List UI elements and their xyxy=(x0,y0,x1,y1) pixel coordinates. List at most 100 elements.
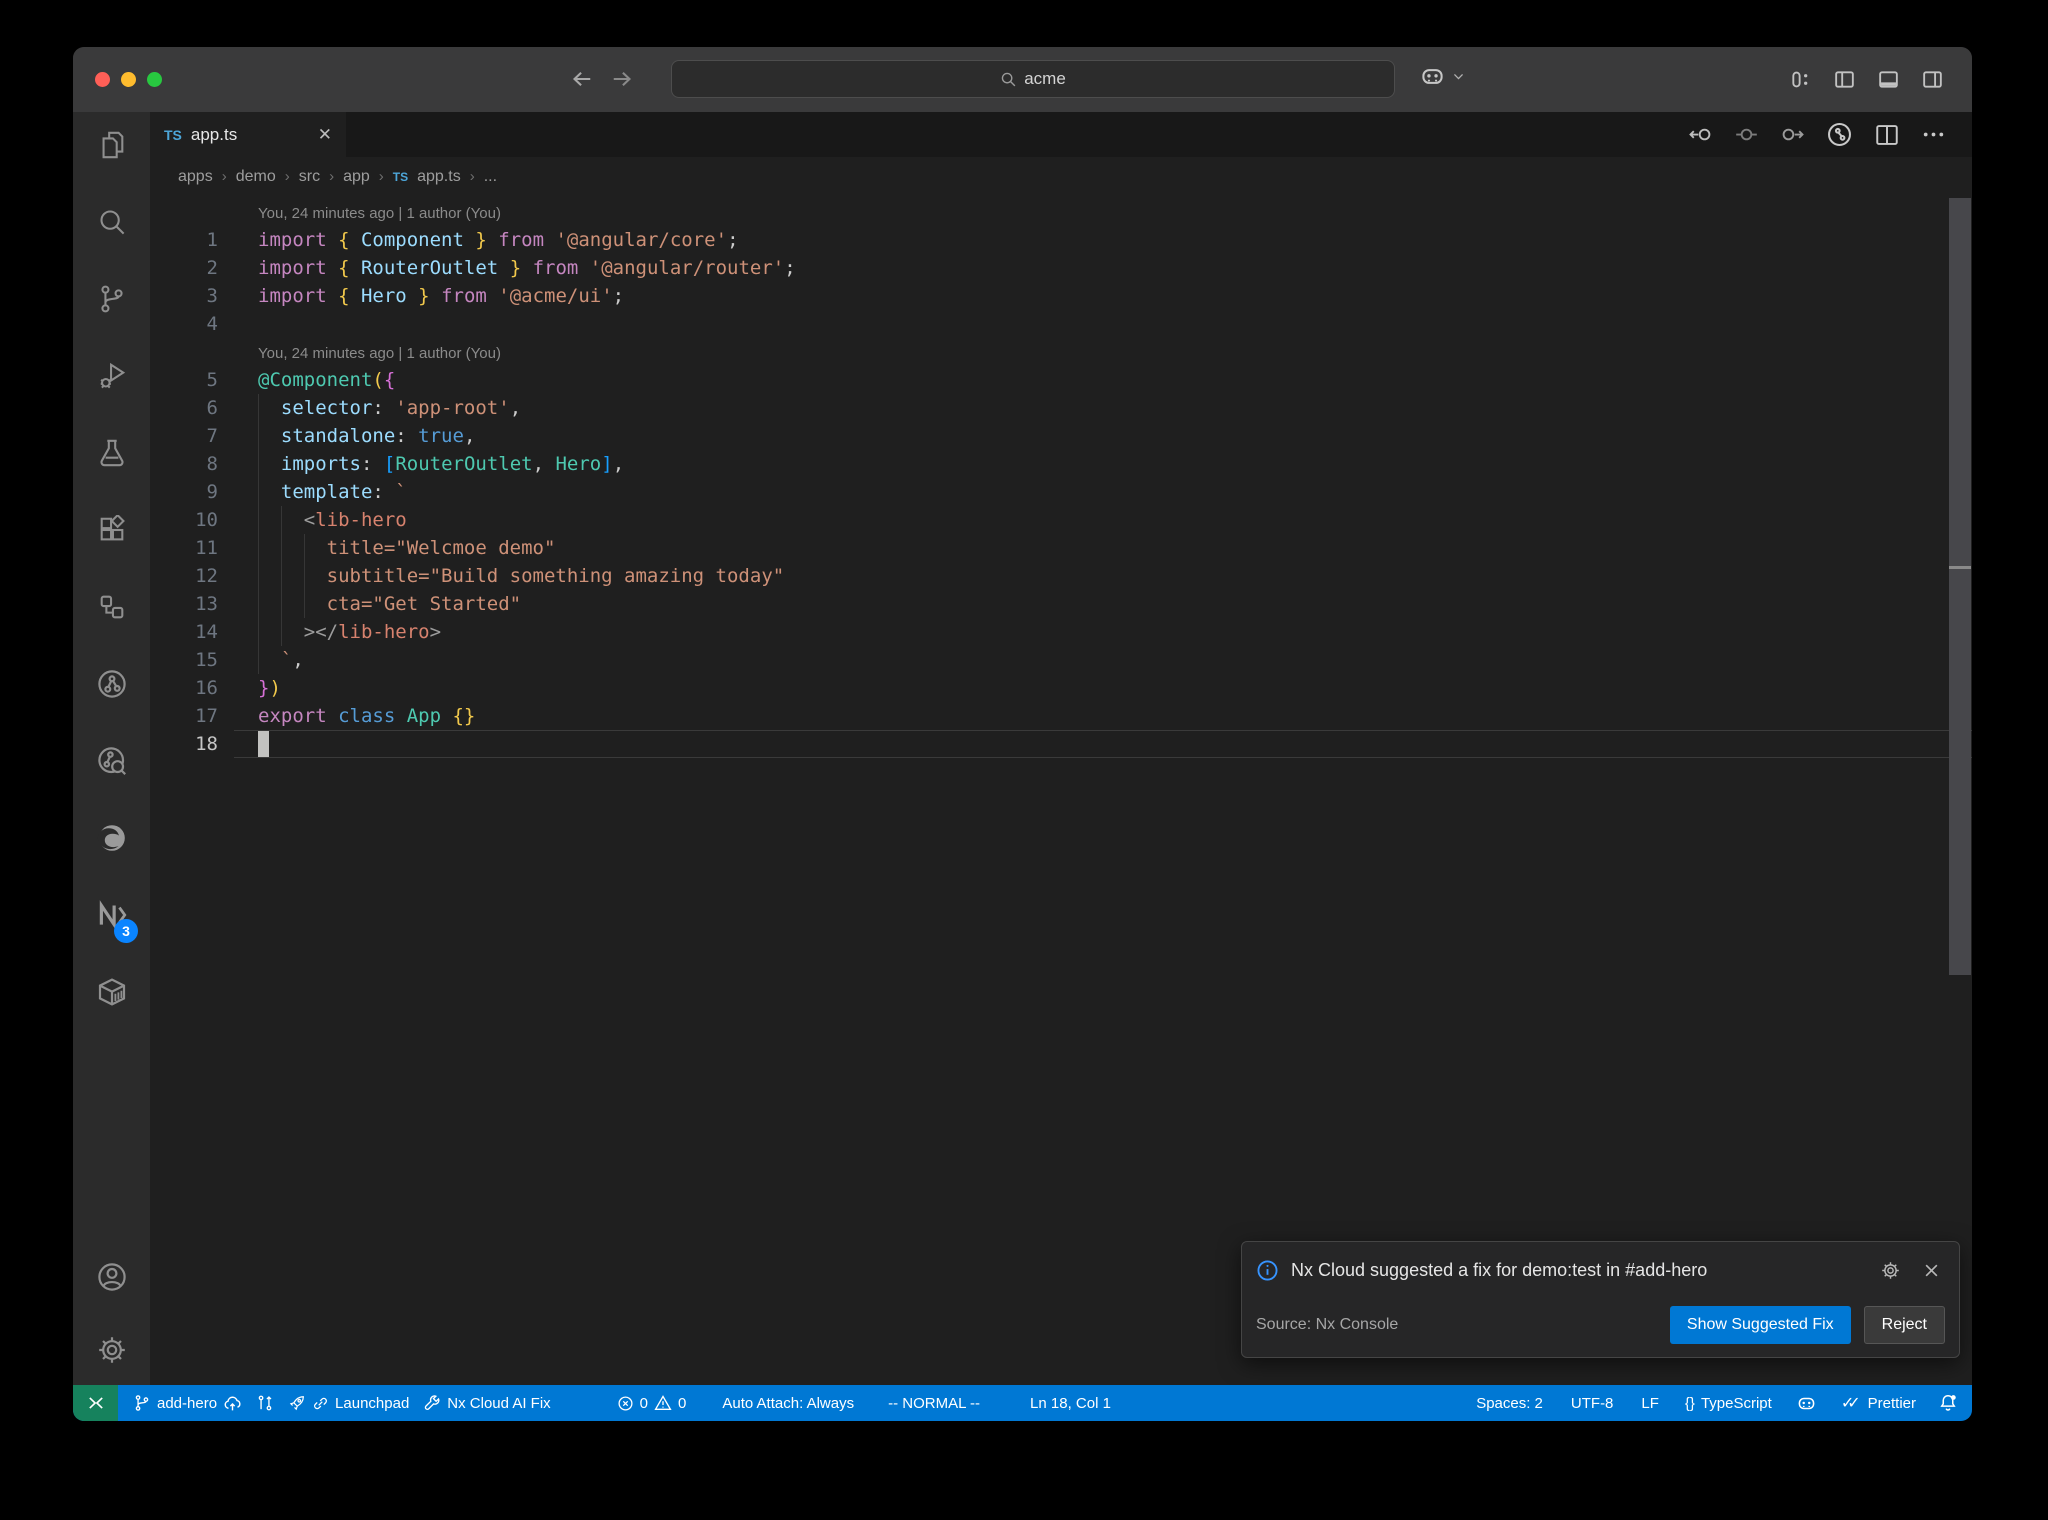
line-number: 15 xyxy=(195,649,218,671)
code-line: 9 template: ` xyxy=(150,478,1972,506)
next-change-icon[interactable] xyxy=(1780,122,1805,147)
breadcrumb-item[interactable]: apps xyxy=(178,168,213,186)
run-debug-icon xyxy=(97,361,127,391)
sidebar-item-containers[interactable] xyxy=(73,953,150,1030)
breadcrumb-item[interactable]: demo xyxy=(236,168,276,186)
sidebar-item-run-debug[interactable] xyxy=(73,337,150,414)
code-line: 3 import { Hero } from '@acme/ui'; xyxy=(150,282,1972,310)
sidebar-item-settings[interactable] xyxy=(73,1315,150,1385)
sidebar-item-testing[interactable] xyxy=(73,414,150,491)
container-box-icon xyxy=(96,976,128,1008)
code-line: 1 import { Component } from '@angular/cor… xyxy=(150,226,1972,254)
sidebar-item-search[interactable] xyxy=(73,183,150,260)
indent-guide xyxy=(258,450,259,478)
error-icon xyxy=(617,1395,634,1412)
indentation-status[interactable]: Spaces: 2 xyxy=(1469,1395,1550,1412)
minimize-window-button[interactable] xyxy=(121,72,136,87)
tab-bar: TS app.ts ✕ xyxy=(150,112,1972,157)
error-count: 0 xyxy=(639,1394,649,1412)
chevron-right-icon: › xyxy=(378,168,384,185)
indent-guide xyxy=(280,562,282,590)
title-bar: acme xyxy=(73,47,1972,112)
braces-icon: {} xyxy=(1684,1394,1695,1412)
breadcrumb-item[interactable]: app xyxy=(343,168,370,186)
launchpad-status[interactable]: Launchpad xyxy=(281,1394,416,1412)
branch-name: add-hero xyxy=(157,1394,218,1412)
language-mode-status[interactable]: {} TypeScript xyxy=(1678,1395,1779,1412)
split-editor-icon[interactable] xyxy=(1874,122,1900,148)
current-change-icon[interactable] xyxy=(1734,122,1759,147)
auto-attach-status[interactable]: Auto Attach: Always xyxy=(715,1395,861,1412)
chevron-right-icon: › xyxy=(469,168,475,185)
customize-layout-icon[interactable] xyxy=(1789,67,1812,92)
code-line: 5 @Component({ xyxy=(150,366,1972,394)
typescript-file-icon: TS xyxy=(392,169,409,184)
breadcrumb-item[interactable]: src xyxy=(299,168,320,186)
copilot-status[interactable] xyxy=(1789,1393,1824,1414)
sidebar-item-nx-console[interactable]: 3 xyxy=(73,876,150,953)
vim-mode-status[interactable]: -- NORMAL -- xyxy=(881,1395,987,1412)
breadcrumb-file[interactable]: app.ts xyxy=(417,168,461,186)
zoom-window-button[interactable] xyxy=(147,72,162,87)
toggle-panel-icon[interactable] xyxy=(1877,67,1900,92)
sidebar-item-edge-tools[interactable] xyxy=(73,799,150,876)
line-number: 2 xyxy=(206,257,218,279)
code-lines: You, 24 minutes ago | 1 author (You) 1 imp… xyxy=(150,198,1972,758)
problems-status[interactable]: 0 0 xyxy=(610,1394,694,1412)
bell-icon xyxy=(1938,1393,1958,1413)
navigate-forward-icon[interactable] xyxy=(610,65,634,93)
code-editor[interactable]: You, 24 minutes ago | 1 author (You) 1 imp… xyxy=(150,196,1972,1385)
sidebar-item-accounts[interactable] xyxy=(73,1238,150,1315)
git-compare-icon xyxy=(256,1394,274,1412)
notifications-bell[interactable] xyxy=(1931,1393,1958,1413)
breadcrumb-overflow[interactable]: ... xyxy=(484,168,497,186)
tab-app-ts[interactable]: TS app.ts ✕ xyxy=(150,112,346,157)
navigate-back-icon[interactable] xyxy=(570,65,594,93)
encoding-status[interactable]: UTF-8 xyxy=(1564,1395,1621,1412)
line-number: 1 xyxy=(206,229,218,251)
copilot-menu[interactable] xyxy=(1419,63,1465,90)
reject-button[interactable]: Reject xyxy=(1863,1306,1945,1344)
sidebar-item-extensions[interactable] xyxy=(73,491,150,568)
sidebar-item-source-control[interactable] xyxy=(73,260,150,337)
close-window-button[interactable] xyxy=(95,72,110,87)
show-suggested-fix-button[interactable]: Show Suggested Fix xyxy=(1669,1306,1851,1344)
chevron-right-icon: › xyxy=(221,168,227,185)
sidebar-item-explorer[interactable] xyxy=(73,106,150,183)
toggle-primary-sidebar-icon[interactable] xyxy=(1833,67,1856,92)
cursor-position-status[interactable]: Ln 18, Col 1 xyxy=(1023,1395,1118,1412)
eol-status[interactable]: LF xyxy=(1634,1395,1666,1412)
sidebar-item-gitlens-inspect[interactable] xyxy=(73,722,150,799)
command-center-search[interactable]: acme xyxy=(671,60,1395,98)
remote-indicator[interactable] xyxy=(73,1385,118,1421)
sidebar-item-gitlens[interactable] xyxy=(73,645,150,722)
notification-title: Nx Cloud suggested a fix for demo:test i… xyxy=(1291,1260,1708,1280)
editor-scrollbar[interactable] xyxy=(1949,198,1971,975)
sidebar-item-hierarchy[interactable] xyxy=(73,568,150,645)
wrench-icon xyxy=(423,1394,441,1412)
link-icon xyxy=(312,1395,329,1412)
gitlens-inspect-icon xyxy=(96,745,128,777)
gitlens-graph-icon[interactable] xyxy=(1826,121,1853,148)
scrollbar-cursor-marker xyxy=(1949,566,1971,569)
notification-settings-gear-icon[interactable] xyxy=(1880,1260,1901,1281)
notification-source: Source: Nx Console xyxy=(1256,1316,1399,1333)
git-branch-status[interactable]: add-hero xyxy=(126,1394,249,1413)
indent-guide xyxy=(280,534,282,562)
git-compare-status[interactable] xyxy=(249,1394,281,1412)
line-number: 11 xyxy=(195,537,218,559)
code-line: 14 ></lib-hero> xyxy=(150,618,1972,646)
indent-guide xyxy=(280,618,282,646)
notification-toast: Nx Cloud suggested a fix for demo:test i… xyxy=(1241,1241,1960,1358)
beaker-icon xyxy=(97,438,127,468)
more-actions-icon[interactable] xyxy=(1921,122,1946,147)
chevron-right-icon: › xyxy=(329,168,335,185)
notification-close-icon[interactable] xyxy=(1922,1261,1941,1280)
nx-cloud-ai-fix-status[interactable]: Nx Cloud AI Fix xyxy=(416,1394,557,1412)
toggle-secondary-sidebar-icon[interactable] xyxy=(1921,67,1944,92)
formatter-status[interactable]: ✓✓ Prettier xyxy=(1834,1393,1923,1413)
indent-guide xyxy=(258,422,259,450)
line-number xyxy=(150,338,234,366)
close-tab-icon[interactable]: ✕ xyxy=(318,126,332,143)
previous-change-icon[interactable] xyxy=(1688,122,1713,147)
